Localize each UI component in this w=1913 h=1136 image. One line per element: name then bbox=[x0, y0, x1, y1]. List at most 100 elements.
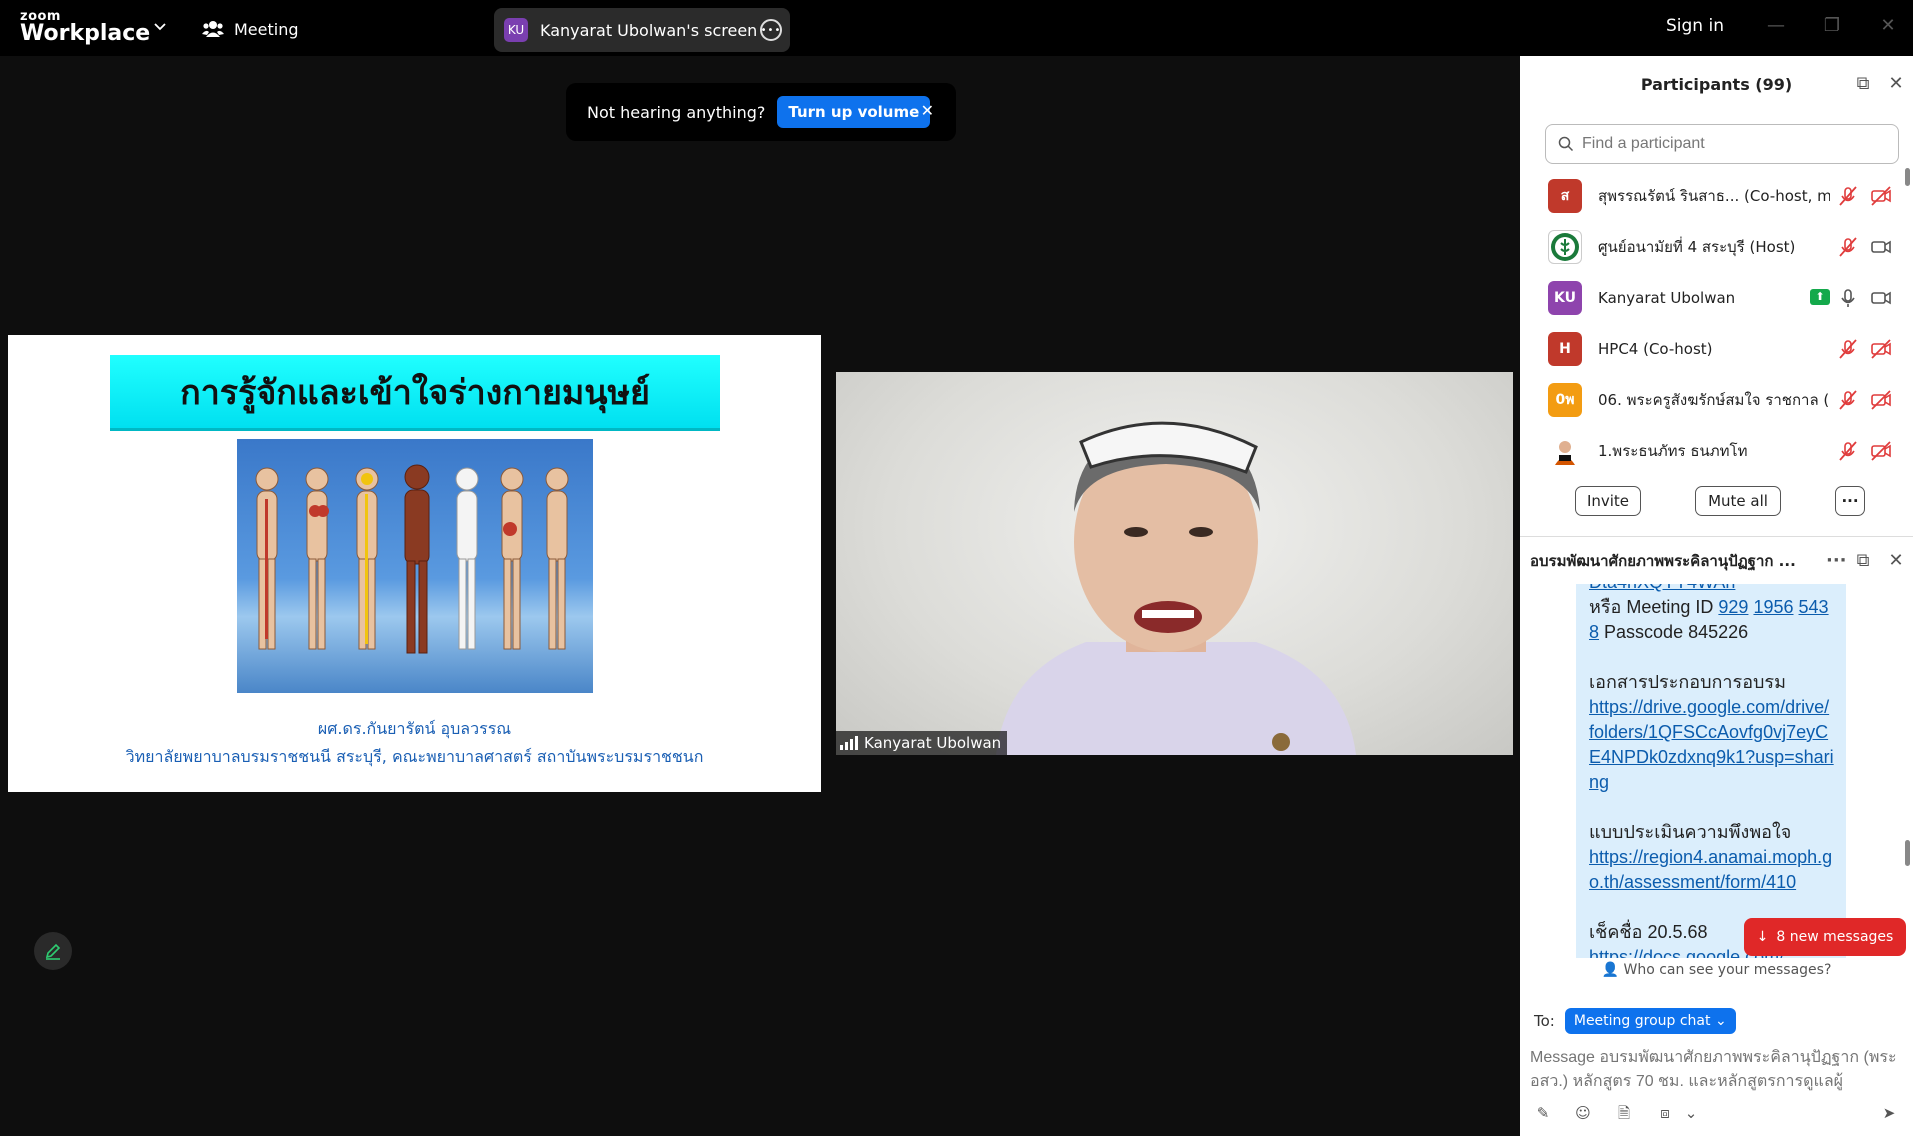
pop-out-icon[interactable]: ⧉ bbox=[1853, 551, 1873, 571]
participant-row[interactable]: KU Kanyarat Ubolwan ⬆ bbox=[1520, 272, 1913, 323]
chat-title: อบรมพัฒนาศักยภาพพระคิลานุปัฏฐาก ... bbox=[1530, 551, 1796, 570]
new-messages-button[interactable]: ↓ 8 new messages bbox=[1744, 918, 1906, 956]
participant-name: ศูนย์อนามัยที่ 4 สระบุรี (Host) bbox=[1598, 237, 1796, 256]
chat-scrollbar[interactable] bbox=[1905, 840, 1910, 866]
participant-actions: Invite Mute all ··· bbox=[1520, 486, 1913, 520]
participant-row[interactable]: ศูนย์อนามัยที่ 4 สระบุรี (Host) bbox=[1520, 221, 1913, 272]
mic-on-icon[interactable] bbox=[1837, 287, 1859, 309]
mic-muted-icon[interactable] bbox=[1837, 389, 1859, 411]
participant-row[interactable]: 0พ 06. พระครูสังฆรักษ์สมใจ ราชกาล ( ค... bbox=[1520, 374, 1913, 425]
sharer-avatar: KU bbox=[504, 18, 528, 42]
close-icon[interactable]: ✕ bbox=[1886, 551, 1906, 571]
avatar: 0พ bbox=[1548, 382, 1582, 417]
close-icon[interactable]: ✕ bbox=[921, 101, 934, 120]
signal-strength-icon bbox=[840, 736, 858, 750]
zoom-logo[interactable]: zoom Workplace bbox=[20, 10, 150, 45]
mic-muted-icon[interactable] bbox=[1837, 440, 1859, 462]
mute-all-button[interactable]: Mute all bbox=[1695, 486, 1781, 516]
message-visibility-link[interactable]: 👤 Who can see your messages? bbox=[1520, 962, 1913, 978]
monk-avatar-icon bbox=[1555, 440, 1575, 465]
arrow-down-icon: ↓ bbox=[1756, 929, 1769, 945]
chat-header: อบรมพัฒนาศักยภาพพระคิลานุปัฏฐาก ... ··· … bbox=[1520, 536, 1913, 584]
screen-sharing-icon: ⬆ bbox=[1810, 289, 1830, 305]
video-off-icon[interactable] bbox=[1870, 389, 1892, 411]
mic-muted-icon[interactable] bbox=[1837, 338, 1859, 360]
chevron-down-icon[interactable] bbox=[152, 18, 168, 34]
participant-name: 06. พระครูสังฆรักษ์สมใจ ราชกาล ( ค... bbox=[1598, 390, 1830, 409]
participants-scrollbar[interactable] bbox=[1905, 168, 1910, 186]
survey-link[interactable]: https://region4.anamai.moph.go.th/assess… bbox=[1589, 845, 1834, 895]
close-icon[interactable]: ✕ bbox=[1886, 74, 1906, 94]
participant-name: สุพรรณรัตน์ รินสาธ... (Co-host, me) bbox=[1598, 186, 1830, 205]
file-icon[interactable]: 🗎 bbox=[1613, 1102, 1635, 1124]
avatar bbox=[1548, 433, 1582, 468]
slide-title: การรู้จักและเข้าใจร่างกายมนุษย์ bbox=[110, 355, 720, 431]
format-text-icon[interactable]: ✎ bbox=[1532, 1102, 1554, 1124]
annotate-pen-button[interactable] bbox=[34, 932, 72, 970]
audio-notification-text: Not hearing anything? bbox=[587, 102, 766, 122]
minimize-icon[interactable]: — bbox=[1766, 16, 1786, 36]
meeting-id-line: หรือ Meeting ID 929 1956 5438 Passcode 8… bbox=[1589, 597, 1829, 642]
speaker-name: Kanyarat Ubolwan bbox=[864, 734, 1002, 752]
mic-muted-icon[interactable] bbox=[1837, 236, 1859, 258]
who-can-see-label: Who can see your messages? bbox=[1623, 962, 1832, 978]
restore-icon[interactable]: ❐ bbox=[1822, 16, 1842, 36]
video-on-icon[interactable] bbox=[1870, 287, 1892, 309]
more-options-button[interactable]: ··· bbox=[1835, 486, 1865, 516]
cut-link[interactable]: Dta4hXQYY4WAh bbox=[1589, 584, 1834, 595]
close-window-icon[interactable]: ✕ bbox=[1878, 16, 1898, 36]
mic-muted-icon[interactable] bbox=[1837, 185, 1859, 207]
screen-share-indicator[interactable]: KU Kanyarat Ubolwan's screen ••• bbox=[494, 8, 790, 52]
participant-row[interactable]: ส สุพรรณรัตน์ รินสาธ... (Co-host, me) bbox=[1520, 170, 1913, 221]
participant-search[interactable] bbox=[1545, 124, 1899, 164]
chat-message: Dta4hXQYY4WAh หรือ Meeting ID 929 1956 5… bbox=[1576, 584, 1846, 958]
logo-big-text: Workplace bbox=[20, 21, 151, 46]
video-off-icon[interactable] bbox=[1870, 440, 1892, 462]
meeting-id-link[interactable]: 1956 bbox=[1753, 597, 1793, 617]
video-off-icon[interactable] bbox=[1870, 338, 1892, 360]
survey-label: แบบประเมินความพึงพอใจ bbox=[1589, 822, 1792, 842]
human-anatomy-image bbox=[237, 439, 593, 693]
chevron-down-icon[interactable]: ⌄ bbox=[1680, 1102, 1702, 1124]
turn-up-volume-button[interactable]: Turn up volume bbox=[777, 96, 931, 128]
avatar: ส bbox=[1548, 178, 1582, 213]
search-input[interactable] bbox=[1582, 135, 1882, 153]
recipient-row: To: Meeting group chat ⌄ bbox=[1534, 1008, 1736, 1034]
emoji-icon[interactable]: ☺ bbox=[1572, 1102, 1594, 1124]
share-pill-label: Kanyarat Ubolwan's screen bbox=[540, 20, 758, 40]
new-messages-label: 8 new messages bbox=[1776, 929, 1894, 945]
sign-in-button[interactable]: Sign in bbox=[1666, 16, 1724, 36]
more-options-icon[interactable]: ••• bbox=[760, 19, 782, 41]
meeting-menu-button[interactable]: Meeting bbox=[202, 16, 299, 42]
chat-toolbar: ✎ ☺ 🗎 ⧈ ⌄ ➤ bbox=[1520, 1102, 1913, 1128]
participant-name: 1.พระธนภัทร ธนภทโท bbox=[1598, 441, 1748, 460]
person-icon: 👤 bbox=[1601, 962, 1620, 978]
avatar: KU bbox=[1548, 280, 1582, 315]
more-options-icon[interactable]: ··· bbox=[1826, 551, 1847, 571]
audio-notification: Not hearing anything? Turn up volume ✕ bbox=[566, 83, 956, 141]
health-logo-icon bbox=[1551, 232, 1579, 261]
chat-messages[interactable]: Dta4hXQYY4WAh หรือ Meeting ID 929 1956 5… bbox=[1520, 584, 1913, 958]
participant-name: Kanyarat Ubolwan bbox=[1598, 288, 1736, 307]
search-icon bbox=[1558, 136, 1574, 152]
video-on-icon[interactable] bbox=[1870, 236, 1892, 258]
people-icon bbox=[202, 21, 224, 37]
video-name-label: Kanyarat Ubolwan bbox=[836, 731, 1008, 755]
participant-name: HPC4 (Co-host) bbox=[1598, 339, 1713, 358]
video-off-icon[interactable] bbox=[1870, 185, 1892, 207]
docs-link[interactable]: https://drive.google.com/drive/folders/1… bbox=[1589, 695, 1834, 795]
pencil-icon bbox=[45, 943, 61, 960]
chat-message-input[interactable] bbox=[1530, 1046, 1908, 1098]
pop-out-icon[interactable]: ⧉ bbox=[1853, 74, 1873, 94]
avatar: H bbox=[1548, 331, 1582, 366]
invite-button[interactable]: Invite bbox=[1575, 486, 1641, 516]
recipient-dropdown[interactable]: Meeting group chat ⌄ bbox=[1564, 1008, 1736, 1034]
speaker-video-tile[interactable]: Kanyarat Ubolwan bbox=[836, 372, 1513, 755]
meeting-id-link[interactable]: 929 bbox=[1718, 597, 1748, 617]
speaker-video-image bbox=[996, 421, 1356, 755]
participant-row[interactable]: H HPC4 (Co-host) bbox=[1520, 323, 1913, 374]
participant-row[interactable]: 1.พระธนภัทร ธนภทโท bbox=[1520, 425, 1913, 476]
participant-list: ส สุพรรณรัตน์ รินสาธ... (Co-host, me) ศู… bbox=[1520, 170, 1913, 476]
send-icon[interactable]: ➤ bbox=[1878, 1102, 1900, 1124]
screenshot-icon[interactable]: ⧈ bbox=[1654, 1102, 1676, 1124]
